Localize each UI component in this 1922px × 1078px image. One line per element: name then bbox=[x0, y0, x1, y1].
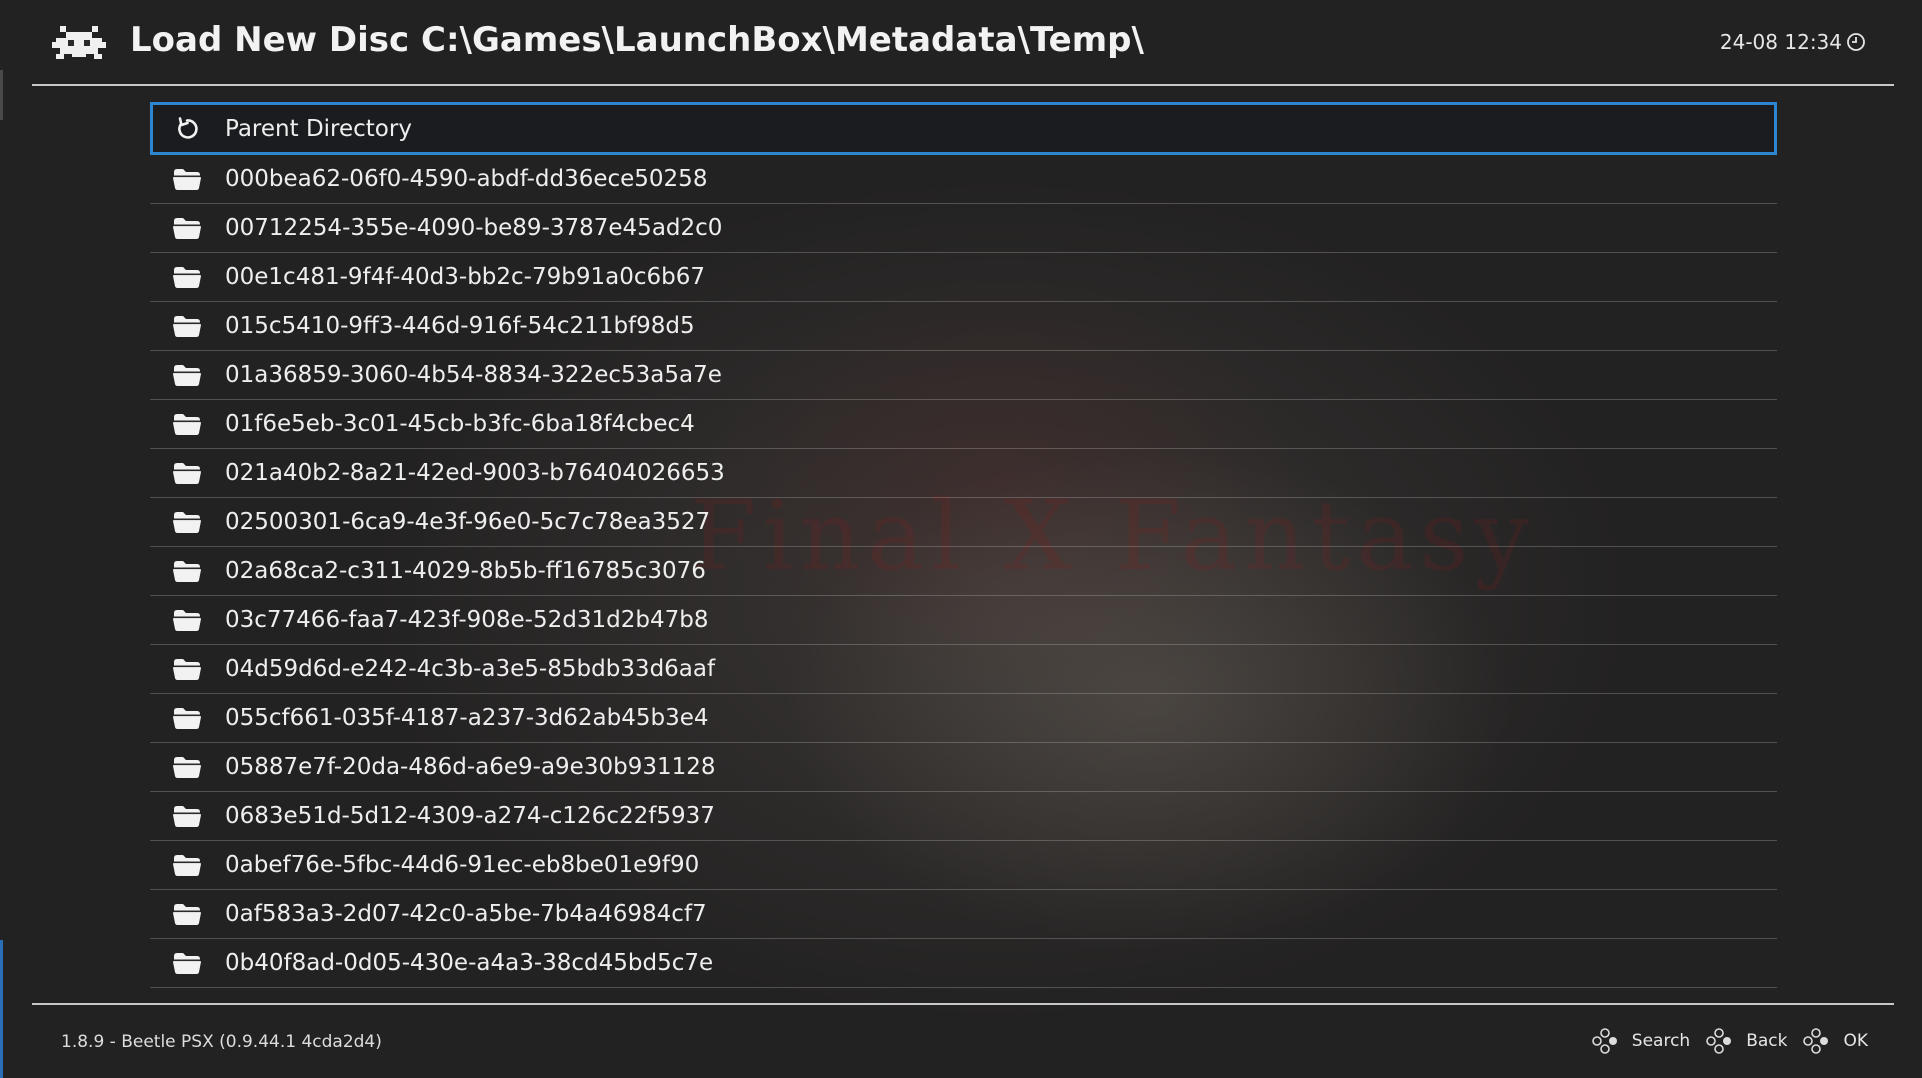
button-hint-label: Back bbox=[1746, 1031, 1788, 1051]
retroarch-invader-icon bbox=[52, 26, 106, 59]
folder-list-item[interactable]: 055cf661-035f-4187-a237-3d62ab45b3e4 bbox=[150, 694, 1777, 743]
parent-directory-item[interactable]: Parent Directory bbox=[150, 102, 1777, 155]
list-item-label: 05887e7f-20da-486d-a6e9-a9e30b931128 bbox=[225, 754, 716, 780]
folder-icon bbox=[173, 953, 201, 974]
gamepad-buttons-icon bbox=[1803, 1028, 1829, 1054]
list-item-label: 02a68ca2-c311-4029-8b5b-ff16785c3076 bbox=[225, 558, 706, 584]
file-browser-list: Parent Directory 000bea62-06f0-4590-abdf-… bbox=[150, 102, 1777, 988]
screen: Final X Fantasy Load New Disc C:\Games\L… bbox=[0, 0, 1922, 1078]
folder-list-item[interactable]: 05887e7f-20da-486d-a6e9-a9e30b931128 bbox=[150, 743, 1777, 792]
list-item-label: 0abef76e-5fbc-44d6-91ec-eb8be01e9f90 bbox=[225, 852, 700, 878]
button-hint-label: Search bbox=[1631, 1031, 1691, 1051]
folder-list-item[interactable]: 00712254-355e-4090-be89-3787e45ad2c0 bbox=[150, 204, 1777, 253]
folder-list-item[interactable]: 000bea62-06f0-4590-abdf-dd36ece50258 bbox=[150, 155, 1777, 204]
gamepad-buttons-icon bbox=[1706, 1028, 1732, 1054]
list-item-label: 0b40f8ad-0d05-430e-a4a3-38cd45bd5c7e bbox=[225, 950, 714, 976]
folder-icon bbox=[173, 218, 201, 239]
folder-icon bbox=[173, 414, 201, 435]
back-button-hint[interactable]: Back bbox=[1706, 1028, 1787, 1054]
folder-list-item[interactable]: 021a40b2-8a21-42ed-9003-b76404026653 bbox=[150, 449, 1777, 498]
folder-list-item[interactable]: 04d59d6d-e242-4c3b-a3e5-85bdb33d6aaf bbox=[150, 645, 1777, 694]
folder-list-item[interactable]: 02a68ca2-c311-4029-8b5b-ff16785c3076 bbox=[150, 547, 1777, 596]
gamepad-buttons-icon bbox=[1591, 1028, 1617, 1054]
page-title: Load New Disc C:\Games\LaunchBox\Metadat… bbox=[130, 20, 1144, 60]
header-bar: Load New Disc C:\Games\LaunchBox\Metadat… bbox=[32, 0, 1894, 86]
folder-icon bbox=[173, 512, 201, 533]
folder-icon bbox=[173, 855, 201, 876]
list-item-label: 01a36859-3060-4b54-8834-322ec53a5a7e bbox=[225, 362, 722, 388]
folder-icon bbox=[173, 463, 201, 484]
clock-icon bbox=[1847, 33, 1865, 51]
left-edge-strip-accent bbox=[0, 940, 3, 1078]
list-item-label: Parent Directory bbox=[225, 115, 412, 142]
list-item-label: 03c77466-faa7-423f-908e-52d31d2b47b8 bbox=[225, 607, 709, 633]
list-item-label: 055cf661-035f-4187-a237-3d62ab45b3e4 bbox=[225, 705, 709, 731]
search-button-hint[interactable]: Search bbox=[1591, 1028, 1691, 1054]
folder-icon bbox=[173, 806, 201, 827]
left-edge-strip bbox=[0, 70, 3, 120]
refresh-icon bbox=[178, 116, 198, 139]
folder-icon bbox=[173, 904, 201, 925]
folder-icon bbox=[173, 757, 201, 778]
folder-list-item[interactable]: 03c77466-faa7-423f-908e-52d31d2b47b8 bbox=[150, 596, 1777, 645]
ok-button-hint[interactable]: OK bbox=[1803, 1028, 1868, 1054]
folder-list-item[interactable]: 0af583a3-2d07-42c0-a5be-7b4a46984cf7 bbox=[150, 890, 1777, 939]
button-hint-label: OK bbox=[1843, 1031, 1868, 1051]
list-item-label: 02500301-6ca9-4e3f-96e0-5c7c78ea3527 bbox=[225, 509, 711, 535]
folder-list-item[interactable]: 01f6e5eb-3c01-45cb-b3fc-6ba18f4cbec4 bbox=[150, 400, 1777, 449]
list-item-label: 021a40b2-8a21-42ed-9003-b76404026653 bbox=[225, 460, 725, 486]
footer-divider bbox=[32, 1003, 1894, 1005]
list-item-label: 04d59d6d-e242-4c3b-a3e5-85bdb33d6aaf bbox=[225, 656, 716, 682]
clock: 24-08 12:34 bbox=[1720, 30, 1866, 54]
list-item-label: 01f6e5eb-3c01-45cb-b3fc-6ba18f4cbec4 bbox=[225, 411, 695, 437]
folder-icon bbox=[173, 316, 201, 337]
folder-icon bbox=[173, 659, 201, 680]
list-item-label: 000bea62-06f0-4590-abdf-dd36ece50258 bbox=[225, 166, 708, 192]
clock-time: 24-08 12:34 bbox=[1719, 30, 1842, 54]
list-item-label: 00712254-355e-4090-be89-3787e45ad2c0 bbox=[225, 215, 723, 241]
folder-icon bbox=[173, 169, 201, 190]
list-item-label: 0af583a3-2d07-42c0-a5be-7b4a46984cf7 bbox=[225, 901, 707, 927]
folder-list-item[interactable]: 00e1c481-9f4f-40d3-bb2c-79b91a0c6b67 bbox=[150, 253, 1777, 302]
footer-button-hints: Search Back OK bbox=[1576, 1028, 1868, 1054]
folder-icon bbox=[173, 267, 201, 288]
folder-icon bbox=[173, 561, 201, 582]
list-item-label: 015c5410-9ff3-446d-916f-54c211bf98d5 bbox=[225, 313, 695, 339]
folder-icon bbox=[173, 708, 201, 729]
folder-icon bbox=[173, 365, 201, 386]
list-item-label: 0683e51d-5d12-4309-a274-c126c22f5937 bbox=[225, 803, 715, 829]
folder-list-item[interactable]: 0683e51d-5d12-4309-a274-c126c22f5937 bbox=[150, 792, 1777, 841]
version-info: 1.8.9 - Beetle PSX (0.9.44.1 4cda2d4) bbox=[61, 1032, 382, 1052]
folder-list-item[interactable]: 015c5410-9ff3-446d-916f-54c211bf98d5 bbox=[150, 302, 1777, 351]
folder-list-item[interactable]: 0b40f8ad-0d05-430e-a4a3-38cd45bd5c7e bbox=[150, 939, 1777, 988]
folder-list-item[interactable]: 0abef76e-5fbc-44d6-91ec-eb8be01e9f90 bbox=[150, 841, 1777, 890]
list-item-label: 00e1c481-9f4f-40d3-bb2c-79b91a0c6b67 bbox=[225, 264, 705, 290]
folder-list-item[interactable]: 02500301-6ca9-4e3f-96e0-5c7c78ea3527 bbox=[150, 498, 1777, 547]
folder-list-item[interactable]: 01a36859-3060-4b54-8834-322ec53a5a7e bbox=[150, 351, 1777, 400]
folder-icon bbox=[173, 610, 201, 631]
